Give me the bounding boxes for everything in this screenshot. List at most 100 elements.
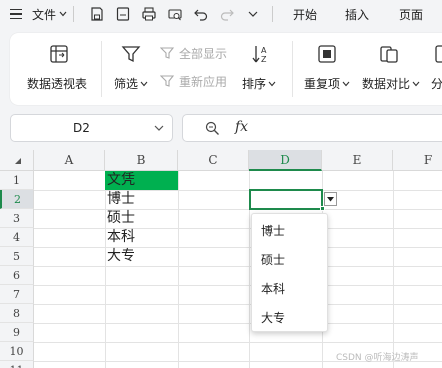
export-pdf-icon[interactable] [114,5,132,23]
cell-b1[interactable]: 文凭 [105,171,178,190]
tab-insert[interactable]: 插入 [345,6,369,23]
svg-text:A: A [261,46,267,55]
chevron-down-icon [140,81,148,86]
gridline [34,228,442,229]
cell-b3[interactable]: 硕士 [105,209,178,228]
show-all-icon [160,47,175,59]
fx-icon[interactable]: fx [235,119,248,135]
name-box[interactable]: D2 [10,114,173,142]
split-icon [435,45,442,63]
data-compare-label: 数据对比 [362,77,411,91]
data-compare-button[interactable]: 数据对比 [362,75,420,92]
tab-page[interactable]: 页面 [399,6,423,23]
row-header-4[interactable]: 4 [0,228,34,247]
cell-b4[interactable]: 本科 [105,228,178,247]
dropdown-option[interactable]: 博士 [261,222,285,239]
gridline [178,171,179,368]
print-icon[interactable] [140,5,158,23]
dropdown-option[interactable]: 大专 [261,309,285,326]
fill-handle[interactable] [320,206,325,211]
watermark-text: CSDN @听海边涛声 [336,353,419,363]
column-header-c[interactable]: C [178,150,249,171]
file-menu[interactable]: 文件 [32,6,67,23]
ribbon-divider [101,41,102,97]
toolbar-divider [73,6,75,22]
tab-home[interactable]: 开始 [293,6,317,23]
pivot-table-button[interactable]: 数据透视表 [27,75,87,92]
column-header-d[interactable]: D [249,150,322,171]
gridline [34,209,442,210]
sort-icon: A Z [252,46,267,64]
dropdown-arrow-icon [327,196,334,201]
row-header-10[interactable]: 10 [0,342,34,361]
svg-text:Z: Z [261,55,267,64]
filter-button[interactable]: 筛选 [114,75,148,92]
gridline [34,190,442,191]
split-label: 分 [431,77,442,91]
filter-label: 筛选 [114,77,139,91]
row-header-9[interactable]: 9 [0,323,34,342]
corner-triangle-icon [15,158,21,164]
row-header-11[interactable]: 11 [0,361,34,368]
column-header-a[interactable]: A [34,150,105,171]
column-header-f[interactable]: F [393,150,442,171]
toolbar-divider [272,6,274,22]
pivot-table-icon [50,45,68,63]
show-all-button[interactable]: 全部显示 [160,45,227,62]
column-header-e[interactable]: E [322,150,393,171]
data-compare-icon [380,46,398,63]
pivot-table-label: 数据透视表 [27,77,88,91]
chevron-down-icon [412,81,420,86]
save-icon[interactable] [88,5,106,23]
column-header-b[interactable]: B [105,150,178,171]
cell-b5[interactable]: 大专 [105,247,178,266]
row-header-2[interactable]: 2 [0,190,34,209]
gridline [34,342,442,343]
undo-icon[interactable] [192,5,210,23]
select-all-corner[interactable] [0,150,34,171]
row-header-7[interactable]: 7 [0,285,34,304]
redo-icon[interactable] [218,5,236,23]
menu-bar: 文件 开始 插入 页面 [0,0,442,28]
duplicates-button[interactable]: 重复项 [304,75,350,92]
dropdown-option[interactable]: 硕士 [261,251,285,268]
chevron-down-icon [268,81,276,86]
gridline [34,266,442,267]
gridline [393,171,394,368]
ribbon-data: 数据透视表 筛选 全部显示 重新应用 A Z 排序 重复项 数据对比 分 [10,33,442,105]
more-chevron-icon[interactable] [244,5,262,23]
zoom-search-icon[interactable] [205,121,220,136]
reapply-button[interactable]: 重新应用 [160,73,227,90]
chevron-down-icon[interactable] [154,125,164,132]
duplicates-icon [318,45,336,63]
cell-b2[interactable]: 博士 [105,190,178,209]
reapply-icon [160,75,175,87]
chevron-down-icon [59,11,67,17]
gridline [34,285,442,286]
spreadsheet-app: 文件 开始 插入 页面 数据透视表 筛选 全部显示 重新应用 A Z 排序 重复… [0,0,442,368]
sheet-grid[interactable]: A B C D E F 1 2 3 4 5 6 7 8 9 10 11 文凭 [0,150,442,368]
row-header-6[interactable]: 6 [0,266,34,285]
active-cell-d2[interactable] [249,189,323,210]
split-button[interactable]: 分 [431,75,442,92]
row-header-1[interactable]: 1 [0,171,34,190]
filter-icon [121,46,141,63]
gridline [34,323,442,324]
name-box-value: D2 [73,121,90,135]
row-header-3[interactable]: 3 [0,209,34,228]
formula-input[interactable]: fx [182,114,442,142]
dropdown-arrow-button[interactable] [324,192,337,206]
sort-button[interactable]: 排序 [242,75,276,92]
validation-dropdown-list: 博士 硕士 本科 大专 [251,213,328,332]
reapply-label: 重新应用 [179,75,228,89]
duplicates-label: 重复项 [304,77,341,91]
row-header-8[interactable]: 8 [0,304,34,323]
menu-icon[interactable] [10,8,28,20]
sort-label: 排序 [242,77,267,91]
dropdown-option[interactable]: 本科 [261,280,285,297]
ribbon-divider [292,41,293,97]
show-all-label: 全部显示 [179,47,228,61]
chevron-down-icon [342,81,350,86]
row-header-5[interactable]: 5 [0,247,34,266]
print-preview-icon[interactable] [166,5,184,23]
